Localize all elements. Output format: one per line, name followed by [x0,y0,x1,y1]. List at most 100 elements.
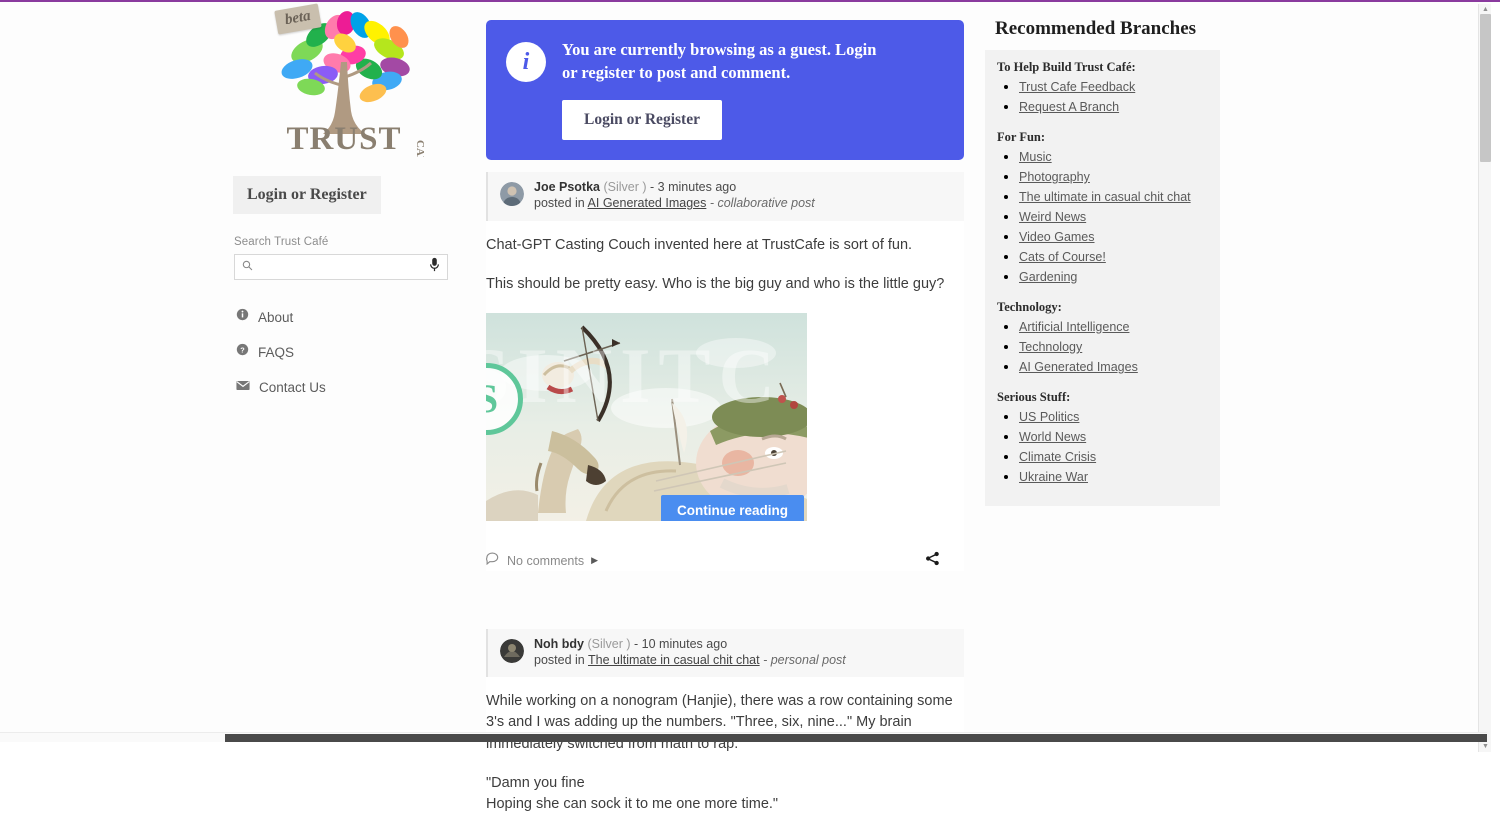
sidebar-nav: About ? FAQS Contact Us [236,308,460,396]
list-item: Weird News [1019,208,1208,226]
branch-link[interactable]: Photography [1019,170,1090,184]
post-author-line: Noh bdy (Silver ) - 10 minutes ago [534,637,846,652]
post-author-rank: (Silver ) [603,180,647,195]
continue-reading-button[interactable]: Continue reading [661,494,804,521]
svg-text:?: ? [240,345,245,354]
chevron-right-icon: ▶ [591,555,599,566]
post-header: Joe Psotka (Silver ) - 3 minutes ago pos… [486,172,964,221]
guest-banner: i You are currently browsing as a guest.… [486,20,964,161]
list-item: Artificial Intelligence [1019,318,1208,336]
branch-list: Music Photography The ultimate in casual… [997,148,1208,286]
sidebar-item-faqs[interactable]: ? FAQS [236,343,460,361]
horizontal-scrollbar-thumb[interactable] [225,734,1487,742]
branch-link[interactable]: Request A Branch [1019,100,1119,114]
post-paragraph: "Damn you fine Hoping she can sock it to… [486,774,779,812]
recommended-branches-title: Recommended Branches [995,18,1197,39]
search-icon [242,258,253,276]
horizontal-scrollbar[interactable] [0,732,1487,742]
post-paragraph: Chat-GPT Casting Couch invented here at … [486,236,913,253]
main-feed-column: i You are currently browsing as a guest.… [486,2,964,815]
search-block: Search Trust Café [234,236,448,280]
info-icon: i [506,42,546,82]
comments-toggle[interactable]: No comments ▶ [486,552,598,570]
list-item: US Politics [1019,408,1208,426]
vertical-scrollbar[interactable]: ▲ ▼ [1478,4,1491,752]
branch-group-title: Serious Stuff: [997,390,1071,404]
posted-in-prefix: posted in [534,652,585,667]
left-sidebar: TRUST CAFÉ beta Login or Register Search… [228,2,460,742]
sidebar-item-label: FAQS [258,344,295,360]
branch-group: For Fun: Music Photography The ultimate … [997,130,1208,286]
search-label: Search Trust Café [234,236,329,248]
post-time: - 10 minutes ago [634,636,728,651]
branch-link[interactable]: Ukraine War [1019,470,1088,484]
avatar[interactable] [500,638,524,663]
list-item: Photography [1019,168,1208,186]
list-item: The ultimate in casual chit chat [1019,188,1208,206]
post-time: - 3 minutes ago [650,180,737,195]
branch-link[interactable]: US Politics [1019,410,1079,424]
share-icon[interactable] [925,551,940,571]
sidebar-login-register-button[interactable]: Login or Register [233,176,381,214]
post-footer: No comments ▶ [486,551,962,571]
branch-link[interactable]: Gardening [1019,270,1077,284]
search-box[interactable] [234,254,448,280]
post-body: While working on a nonogram (Hanjie), th… [486,677,964,814]
list-item: AI Generated Images [1019,358,1208,376]
branch-link[interactable]: World News [1019,430,1086,444]
post-card: Joe Psotka (Silver ) - 3 minutes ago pos… [486,172,964,571]
post-branch-line: posted in The ultimate in casual chit ch… [534,652,846,669]
list-item: Video Games [1019,228,1208,246]
branch-link[interactable]: Climate Crisis [1019,450,1096,464]
branch-list: Artificial Intelligence Technology AI Ge… [997,318,1208,376]
list-item: Ukraine War [1019,468,1208,486]
posted-in-prefix: posted in [534,195,585,210]
list-item: World News [1019,428,1208,446]
microphone-icon[interactable] [429,257,440,277]
list-item: Climate Crisis [1019,448,1208,466]
envelope-icon [236,378,250,396]
post-type-label: - collaborative post [709,195,815,210]
branch-link[interactable]: Weird News [1019,210,1086,224]
branch-group-title: For Fun: [997,130,1046,144]
branch-link[interactable]: Technology [1019,340,1082,354]
post-body: Chat-GPT Casting Couch invented here at … [486,221,964,571]
post-author-rank: (Silver ) [587,636,631,651]
page-root: TRUST CAFÉ beta Login or Register Search… [0,2,1491,815]
branch-link[interactable]: Cats of Course! [1019,250,1106,264]
branch-group-title: To Help Build Trust Café: [997,60,1136,74]
branch-group: Technology: Artificial Intelligence Tech… [997,300,1208,376]
sidebar-item-about[interactable]: About [236,308,460,326]
comments-count-label: No comments [507,553,585,568]
post-illustration [486,312,807,521]
sidebar-item-contact-us[interactable]: Contact Us [236,378,460,396]
scroll-down-arrow-icon[interactable]: ▼ [1479,741,1492,752]
post-image[interactable]: SINITC S Continue reading [486,312,807,521]
recommended-branches-panel: To Help Build Trust Café: Trust Cafe Fee… [985,50,1220,506]
branch-group: Serious Stuff: US Politics World News Cl… [997,390,1208,486]
question-icon: ? [236,343,249,361]
vertical-scrollbar-thumb[interactable] [1480,14,1491,162]
search-input[interactable] [235,255,447,279]
branch-link[interactable]: Trust Cafe Feedback [1019,80,1135,94]
branch-link[interactable]: Video Games [1019,230,1095,244]
list-item: Cats of Course! [1019,248,1208,266]
svg-text:TRUST: TRUST [286,121,401,157]
branch-link[interactable]: The ultimate in casual chit chat [1019,190,1191,204]
post-author[interactable]: Noh bdy [534,637,584,651]
list-item: Trust Cafe Feedback [1019,78,1208,96]
post-branch-link[interactable]: The ultimate in casual chit chat [588,653,760,667]
branch-link[interactable]: AI Generated Images [1019,360,1138,374]
guest-login-register-button[interactable]: Login or Register [562,100,722,141]
info-icon [236,308,249,326]
post-paragraph: While working on a nonogram (Hanjie), th… [486,693,953,752]
site-logo[interactable]: TRUST CAFÉ beta [228,2,460,162]
post-author[interactable]: Joe Psotka [534,180,600,194]
branch-link[interactable]: Music [1019,150,1052,164]
branch-link[interactable]: Artificial Intelligence [1019,320,1129,334]
avatar[interactable] [500,182,524,207]
sidebar-item-label: About [258,309,294,325]
list-item: Music [1019,148,1208,166]
list-item: Request A Branch [1019,98,1208,116]
post-branch-link[interactable]: AI Generated Images [588,196,707,210]
